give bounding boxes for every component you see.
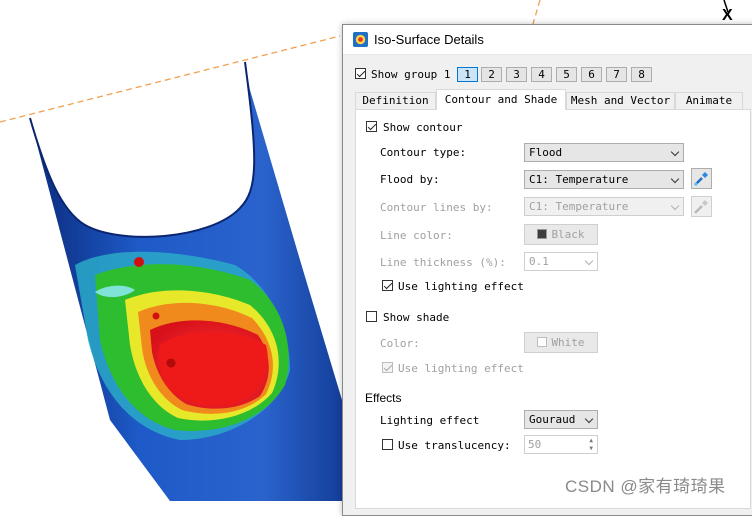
tab-contour-and-shade[interactable]: Contour and Shade bbox=[436, 89, 566, 110]
contour-lighting-checkbox[interactable] bbox=[382, 280, 393, 291]
show-group-label: Show group 1 bbox=[371, 68, 451, 81]
shade-color-value: White bbox=[551, 336, 585, 349]
line-color-value: Black bbox=[551, 228, 585, 241]
group-button-2[interactable]: 2 bbox=[481, 67, 502, 82]
chevron-down-icon bbox=[670, 147, 680, 157]
group-button-1[interactable]: 1 bbox=[457, 67, 478, 82]
contour-lines-by-label: Contour lines by: bbox=[380, 201, 493, 214]
line-color-label: Line color: bbox=[380, 229, 453, 242]
line-thickness-label: Line thickness (%): bbox=[380, 256, 506, 269]
group-button-4[interactable]: 4 bbox=[531, 67, 552, 82]
show-contour-label: Show contour bbox=[383, 121, 463, 134]
red-blob-1 bbox=[134, 257, 144, 267]
line-thickness-value: 0.1 bbox=[529, 255, 549, 268]
use-translucency-checkbox[interactable] bbox=[382, 439, 393, 450]
dash-line-upper bbox=[0, 35, 341, 123]
show-contour-checkbox[interactable] bbox=[366, 121, 377, 132]
line-color-swatch bbox=[537, 229, 548, 239]
group-button-3[interactable]: 3 bbox=[506, 67, 527, 82]
flood-by-value: C1: Temperature bbox=[529, 173, 629, 186]
chevron-down-icon bbox=[584, 256, 594, 266]
tab-definition[interactable]: Definition bbox=[355, 92, 436, 109]
lighting-effect-select[interactable]: Gouraud bbox=[524, 410, 598, 429]
contour-lines-picker-button[interactable] bbox=[691, 196, 712, 217]
app-icon bbox=[353, 32, 368, 47]
contour-type-value: Flood bbox=[529, 146, 563, 159]
flood-by-label: Flood by: bbox=[380, 173, 440, 186]
shade-color-button[interactable]: White bbox=[524, 332, 598, 353]
spin-down-icon[interactable]: ▼ bbox=[589, 445, 593, 452]
eyedropper-icon bbox=[694, 172, 708, 186]
contour-type-label: Contour type: bbox=[380, 146, 467, 159]
contour-lighting-label: Use lighting effect bbox=[398, 280, 524, 293]
watermark: CSDN @家有琦琦果 bbox=[565, 477, 726, 496]
use-translucency-label: Use translucency: bbox=[398, 439, 511, 452]
tab-mesh-and-vector[interactable]: Mesh and Vector bbox=[566, 92, 675, 109]
chevron-down-icon bbox=[670, 174, 680, 184]
translucency-spinner[interactable]: 50 ▲ ▼ bbox=[524, 435, 598, 454]
shade-lighting-label: Use lighting effect bbox=[398, 362, 524, 375]
dash-line-right bbox=[532, 0, 541, 25]
tab-animate[interactable]: Animate bbox=[675, 92, 743, 109]
red-blob-2 bbox=[152, 312, 160, 320]
eyedropper-icon bbox=[694, 200, 708, 214]
iso-surface-details-dialog: Iso-Surface Details Show group 1 1 2 3 4… bbox=[342, 24, 752, 516]
red-blob-3 bbox=[166, 358, 176, 368]
group-button-7[interactable]: 7 bbox=[606, 67, 627, 82]
show-group-checkbox[interactable] bbox=[355, 68, 366, 79]
flood-by-select[interactable]: C1: Temperature bbox=[524, 170, 684, 189]
contour-type-select[interactable]: Flood bbox=[524, 143, 684, 162]
shade-color-swatch bbox=[537, 337, 548, 347]
contour-lines-by-select[interactable]: C1: Temperature bbox=[524, 197, 684, 216]
dialog-title: Iso-Surface Details bbox=[374, 32, 484, 47]
show-shade-checkbox[interactable] bbox=[366, 311, 377, 322]
line-color-button[interactable]: Black bbox=[524, 224, 598, 245]
title-bar[interactable]: Iso-Surface Details bbox=[343, 25, 752, 55]
lighting-effect-label: Lighting effect bbox=[380, 414, 480, 427]
chevron-down-icon bbox=[670, 201, 680, 211]
translucency-value: 50 bbox=[528, 438, 542, 451]
line-thickness-select[interactable]: 0.1 bbox=[524, 252, 598, 271]
group-button-8[interactable]: 8 bbox=[631, 67, 652, 82]
group-button-6[interactable]: 6 bbox=[581, 67, 602, 82]
group-button-5[interactable]: 5 bbox=[556, 67, 577, 82]
shade-lighting-checkbox[interactable] bbox=[382, 362, 393, 373]
show-shade-label: Show shade bbox=[383, 311, 450, 324]
flood-by-picker-button[interactable] bbox=[691, 168, 712, 189]
contour-lines-by-value: C1: Temperature bbox=[529, 200, 629, 213]
chevron-down-icon bbox=[584, 414, 594, 424]
spin-up-icon[interactable]: ▲ bbox=[589, 437, 593, 444]
effects-heading: Effects bbox=[365, 391, 402, 405]
lighting-effect-value: Gouraud bbox=[529, 413, 576, 426]
shade-color-label: Color: bbox=[380, 337, 420, 350]
